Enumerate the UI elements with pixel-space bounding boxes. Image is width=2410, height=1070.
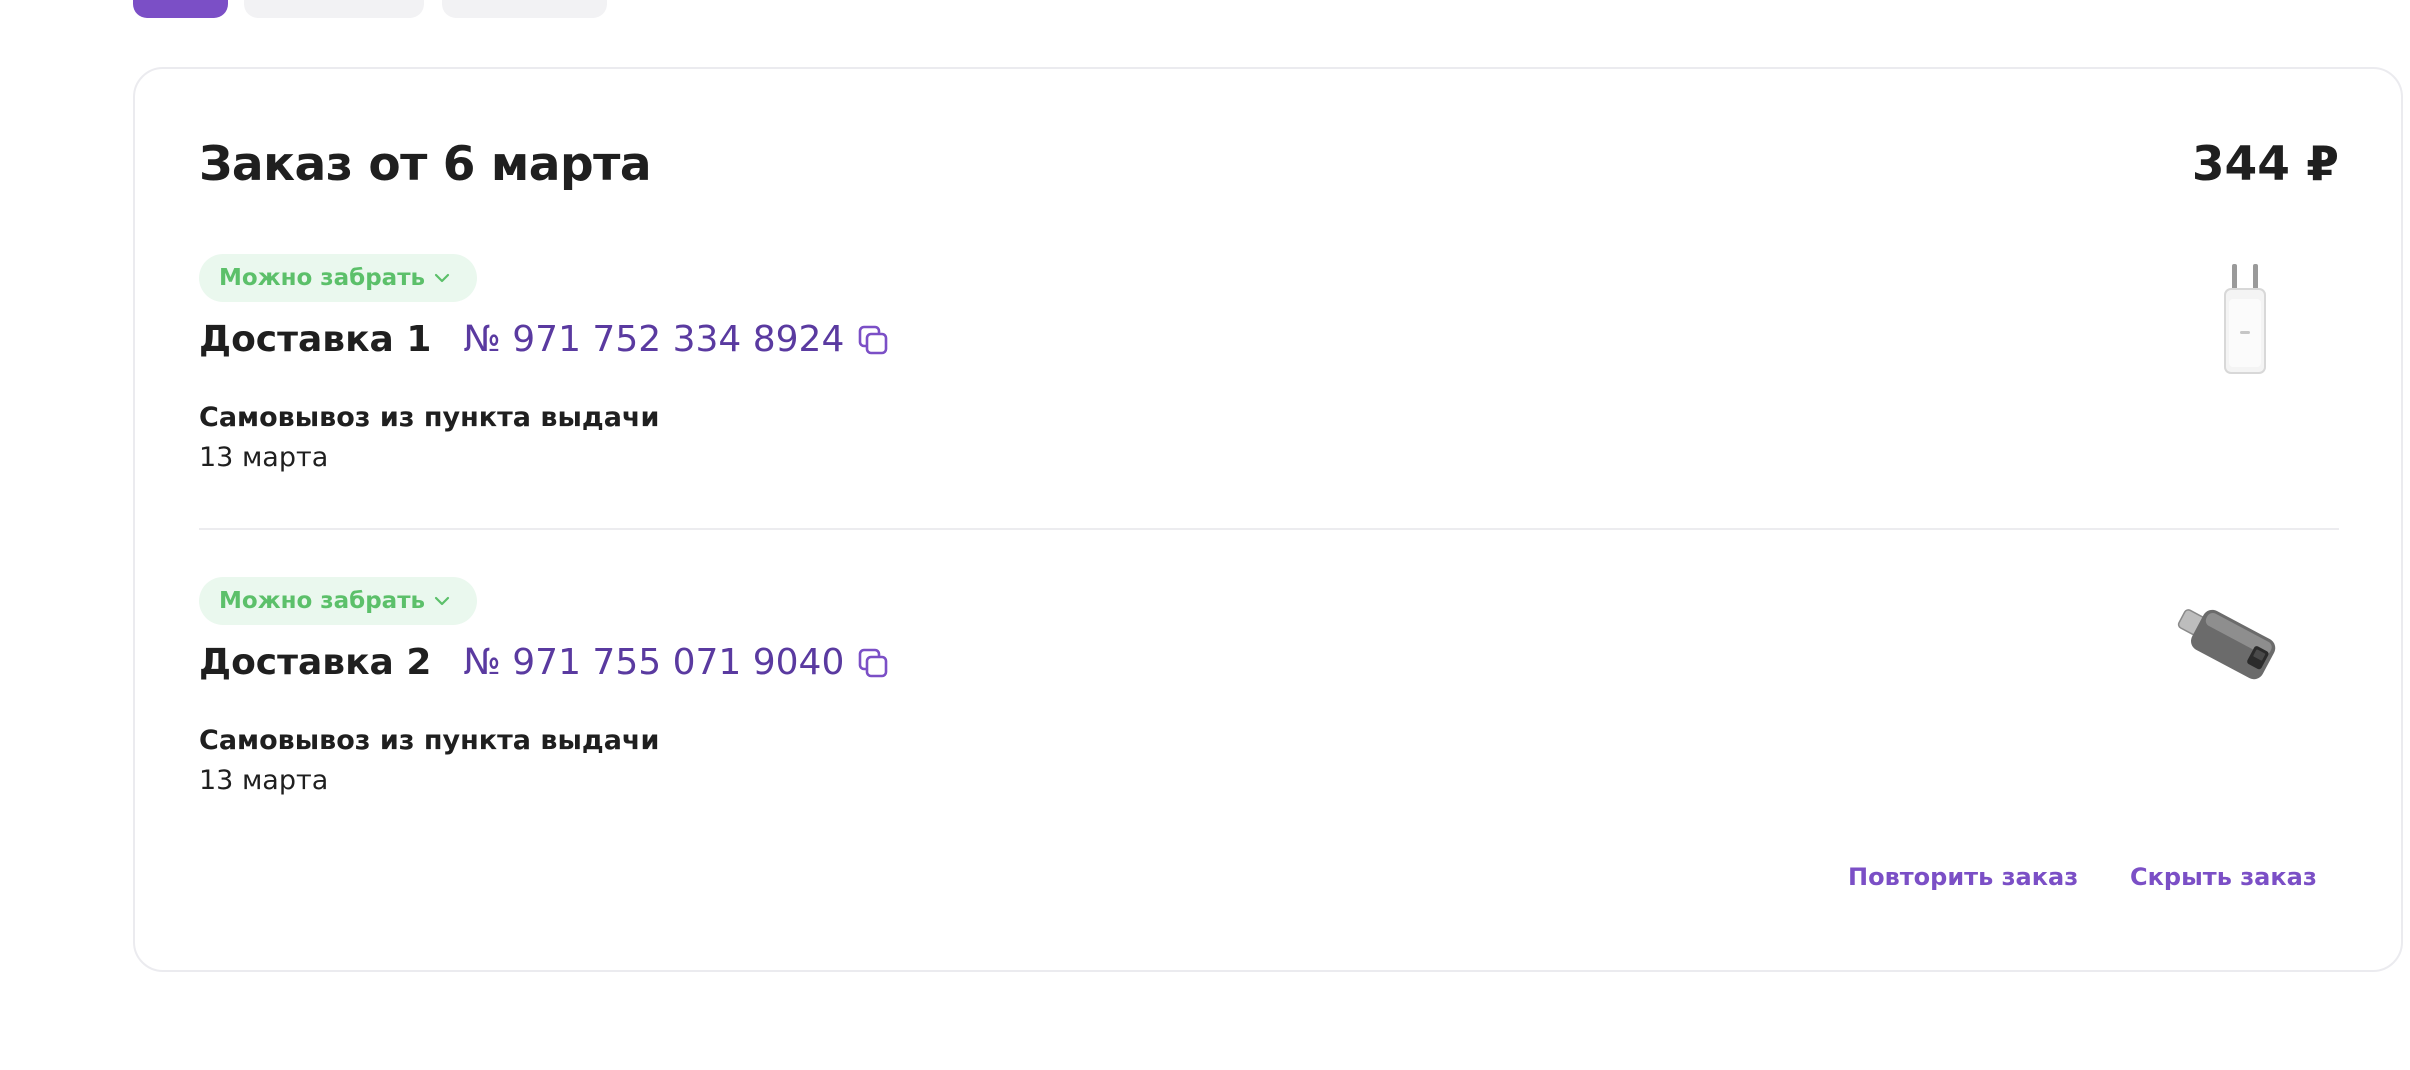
status-badge[interactable]: Можно забрать: [199, 577, 478, 625]
charger-product-image[interactable]: [2205, 259, 2285, 379]
repeat-order-button[interactable]: Повторить заказ: [1848, 863, 2078, 891]
status-label: Можно забрать: [219, 265, 426, 291]
delivery-divider: [199, 528, 2339, 530]
delivery-name: Доставка 1: [199, 319, 432, 360]
tracking-number: № 971 755 071 9040: [463, 642, 845, 683]
order-card: Заказ от 6 марта 344 ₽ Можно забрать Дос…: [133, 67, 2403, 972]
delivery-method: Самовывоз из пункта выдачи: [199, 402, 660, 433]
copy-icon[interactable]: [856, 323, 890, 357]
status-label: Можно забрать: [219, 588, 426, 614]
chevron-down-icon: [434, 596, 450, 606]
tab-3[interactable]: [442, 0, 607, 18]
chevron-down-icon: [434, 273, 450, 283]
tab-2[interactable]: [244, 0, 424, 18]
tracking-number: № 971 752 334 8924: [463, 319, 845, 360]
delivery-name: Доставка 2: [199, 642, 432, 683]
tab-active[interactable]: [133, 0, 228, 18]
delivery-method: Самовывоз из пункта выдачи: [199, 725, 660, 756]
delivery-header: Доставка 2 № 971 755 071 9040: [199, 642, 890, 683]
copy-icon[interactable]: [856, 646, 890, 680]
adapter-product-image[interactable]: [2165, 589, 2295, 699]
status-badge[interactable]: Можно забрать: [199, 254, 478, 302]
order-total: 344 ₽: [2191, 137, 2339, 192]
order-title: Заказ от 6 марта: [199, 137, 652, 192]
delivery-date: 13 марта: [199, 765, 329, 796]
delivery-header: Доставка 1 № 971 752 334 8924: [199, 319, 890, 360]
delivery-date: 13 марта: [199, 442, 329, 473]
hide-order-button[interactable]: Скрыть заказ: [2130, 863, 2317, 891]
